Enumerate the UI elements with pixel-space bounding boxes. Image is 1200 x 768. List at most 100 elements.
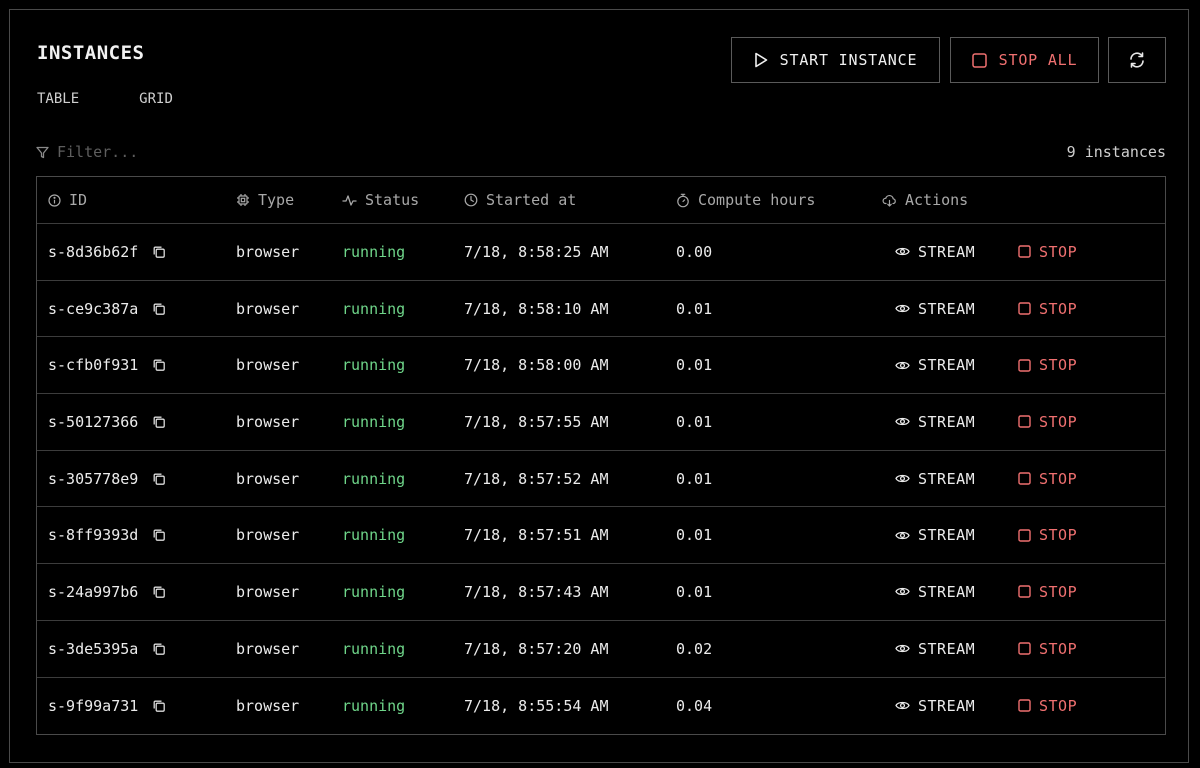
stop-square-icon (1018, 472, 1031, 485)
eye-icon (895, 416, 910, 427)
compute-hours: 0.00 (676, 242, 713, 261)
compute-hours: 0.01 (676, 356, 713, 375)
stream-label: STREAM (918, 412, 976, 431)
stream-button[interactable]: STREAM (895, 356, 975, 374)
column-label-type: Type (258, 191, 295, 209)
instance-id: s-24a997b6 (48, 582, 139, 601)
filter-input[interactable] (57, 143, 357, 161)
instance-id: s-ce9c387a (48, 299, 139, 318)
started-at: 7/18, 8:57:55 AM (464, 412, 609, 431)
stream-label: STREAM (918, 639, 976, 658)
column-header-compute-hours[interactable]: Compute hours (676, 177, 815, 223)
stop-square-icon (1018, 529, 1031, 542)
column-header-type[interactable]: Type (236, 177, 294, 223)
column-label-status: Status (365, 191, 420, 209)
instance-id: s-9f99a731 (48, 696, 139, 715)
stream-button[interactable]: STREAM (895, 583, 975, 601)
stop-label: STOP (1039, 526, 1078, 545)
stream-cell: STREAM (895, 678, 975, 735)
copy-icon[interactable] (152, 642, 166, 656)
tab-table[interactable]: TABLE (37, 91, 79, 107)
column-header-id[interactable]: ID (48, 177, 87, 223)
copy-icon[interactable] (152, 415, 166, 429)
copy-icon[interactable] (152, 699, 166, 713)
chip-icon (236, 193, 250, 207)
stop-all-button[interactable]: STOP ALL (950, 37, 1099, 83)
table-row: s-cfb0f931 browser running 7/18, 8:58:00… (37, 337, 1165, 395)
stop-button[interactable]: STOP (1018, 470, 1077, 488)
instance-id: s-305778e9 (48, 469, 139, 488)
stop-button[interactable]: STOP (1018, 697, 1077, 715)
view-tabs: TABLE GRID (37, 91, 173, 107)
play-icon (754, 52, 768, 68)
copy-icon[interactable] (152, 472, 166, 486)
started-at: 7/18, 8:57:51 AM (464, 526, 609, 545)
stream-label: STREAM (918, 299, 976, 318)
stop-button[interactable]: STOP (1018, 243, 1077, 261)
stop-button[interactable]: STOP (1018, 300, 1077, 318)
eye-icon (895, 303, 910, 314)
stream-button[interactable]: STREAM (895, 640, 975, 658)
table-row: s-305778e9 browser running 7/18, 8:57:52… (37, 451, 1165, 508)
column-label-started-at: Started at (486, 191, 577, 209)
started-at: 7/18, 8:55:54 AM (464, 696, 609, 715)
id-cell: s-9f99a731 (48, 678, 166, 735)
stream-button[interactable]: STREAM (895, 243, 975, 261)
stream-button[interactable]: STREAM (895, 470, 975, 488)
stop-cell: STOP (1018, 621, 1077, 677)
instance-id: s-8d36b62f (48, 242, 139, 261)
stream-label: STREAM (918, 356, 976, 375)
stream-cell: STREAM (895, 394, 975, 450)
compute-hours: 0.01 (676, 469, 713, 488)
copy-icon[interactable] (152, 585, 166, 599)
instance-type: browser (236, 242, 300, 261)
stream-button[interactable]: STREAM (895, 300, 975, 318)
stop-button[interactable]: STOP (1018, 640, 1077, 658)
table-row: s-8ff9393d browser running 7/18, 8:57:51… (37, 507, 1165, 565)
stop-button[interactable]: STOP (1018, 413, 1077, 431)
stop-button[interactable]: STOP (1018, 583, 1077, 601)
column-label-actions: Actions (905, 191, 969, 209)
stream-cell: STREAM (895, 337, 975, 393)
instance-id: s-8ff9393d (48, 526, 139, 545)
started-at: 7/18, 8:57:43 AM (464, 582, 609, 601)
stream-button[interactable]: STREAM (895, 526, 975, 544)
status-text: running (342, 639, 406, 658)
stream-button[interactable]: STREAM (895, 413, 975, 431)
start-instance-label: START INSTANCE (779, 51, 918, 69)
tab-grid[interactable]: GRID (139, 91, 173, 107)
instance-type: browser (236, 299, 300, 318)
stop-square-icon (1018, 302, 1031, 315)
stream-cell: STREAM (895, 281, 975, 337)
copy-icon[interactable] (152, 528, 166, 542)
refresh-button[interactable] (1108, 37, 1166, 83)
column-header-status[interactable]: Status (342, 177, 419, 223)
copy-icon[interactable] (152, 358, 166, 372)
status-text: running (342, 299, 406, 318)
column-label-id: ID (69, 191, 88, 209)
instance-type: browser (236, 469, 300, 488)
instance-type: browser (236, 526, 300, 545)
instance-id: s-50127366 (48, 412, 139, 431)
table-header: ID Type Status Started at Compute hours (37, 177, 1165, 224)
stream-cell: STREAM (895, 451, 975, 507)
filter-icon (36, 146, 49, 159)
copy-icon[interactable] (152, 302, 166, 316)
eye-icon (895, 246, 910, 257)
instances-table: ID Type Status Started at Compute hours (36, 176, 1166, 735)
start-instance-button[interactable]: START INSTANCE (731, 37, 940, 83)
stop-button[interactable]: STOP (1018, 526, 1077, 544)
table-row: s-8d36b62f browser running 7/18, 8:58:25… (37, 224, 1165, 281)
instance-type: browser (236, 582, 300, 601)
stop-square-icon (1018, 585, 1031, 599)
stream-button[interactable]: STREAM (895, 697, 975, 715)
id-cell: s-50127366 (48, 394, 166, 450)
column-header-started-at[interactable]: Started at (464, 177, 576, 223)
stop-button[interactable]: STOP (1018, 356, 1077, 374)
status-text: running (342, 582, 406, 601)
status-text: running (342, 242, 406, 261)
eye-icon (895, 360, 910, 371)
eye-icon (895, 700, 910, 711)
compute-hours: 0.01 (676, 299, 713, 318)
copy-icon[interactable] (152, 245, 166, 259)
